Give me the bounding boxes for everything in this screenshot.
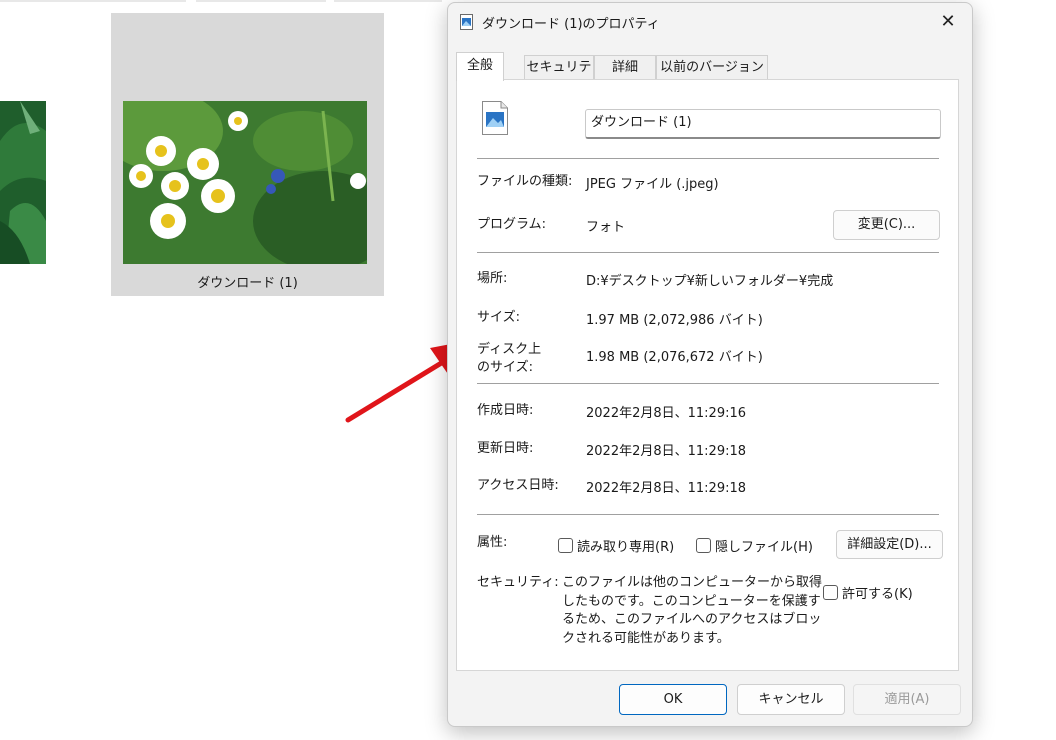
size-on-disk-value: 1.98 MB (2,076,672 バイト) [586,350,763,365]
size-on-disk-label: ディスク上 のサイズ: [477,342,542,375]
apply-button[interactable]: 適用(A) [853,684,961,715]
daisy-photo-thumbnail [123,101,367,264]
readonly-label: 読み取り専用(R) [577,540,675,555]
title-bar[interactable]: ダウンロード (1)のプロパティ ✕ [448,3,972,41]
tab-previous-versions[interactable]: 以前のバージョン [656,55,768,79]
image-file-large-icon [482,101,508,135]
close-button[interactable]: ✕ [932,8,964,36]
size-value: 1.97 MB (2,072,986 バイト) [586,313,763,328]
selected-file-tile[interactable]: ダウンロード (1) [111,13,384,296]
checkbox-box [823,585,838,600]
file-name-input[interactable]: ダウンロード (1) [585,109,941,139]
accessed-value: 2022年2月8日、11:29:18 [586,481,747,496]
size-label: サイズ: [477,310,520,325]
program-label: プログラム: [477,217,546,232]
program-value: フォト [586,220,626,235]
checkbox-box [558,538,573,553]
file-name-label: ダウンロード (1) [197,276,298,291]
created-value: 2022年2月8日、11:29:16 [586,406,747,421]
attributes-label: 属性: [477,535,508,550]
divider [477,383,939,384]
tab-general[interactable]: 全般 [456,52,504,81]
hidden-checkbox[interactable]: 隠しファイル(H) [696,536,813,555]
divider [477,252,939,253]
file-type-value: JPEG ファイル (.jpeg) [586,177,719,192]
readonly-checkbox[interactable]: 読み取り専用(R) [558,536,674,555]
divider [477,514,939,515]
modified-label: 更新日時: [477,441,534,456]
ok-button[interactable]: OK [619,684,727,715]
modified-value: 2022年2月8日、11:29:18 [586,444,747,459]
hidden-label: 隠しファイル(H) [715,540,813,555]
toolbar-edge [334,0,442,2]
advanced-attributes-button[interactable]: 詳細設定(D)... [836,530,943,559]
security-message: このファイルは他のコンピューターから取得したものです。このコンピューターを保護す… [562,575,823,646]
close-icon: ✕ [940,11,956,32]
allow-checkbox[interactable]: 許可する(K) [823,583,913,602]
change-program-button[interactable]: 変更(C)... [833,210,940,240]
tab-details[interactable]: 詳細 [594,55,656,79]
security-label: セキュリティ: [477,575,559,590]
created-label: 作成日時: [477,403,534,418]
dialog-title: ダウンロード (1)のプロパティ [482,17,660,32]
location-label: 場所: [477,271,508,286]
general-panel: ダウンロード (1) ファイルの種類: JPEG ファイル (.jpeg) プロ… [456,79,959,671]
tab-security[interactable]: セキュリティ [524,55,594,99]
file-type-label: ファイルの種類: [477,174,573,189]
image-file-icon [460,14,473,30]
properties-dialog: ダウンロード (1)のプロパティ ✕ 全般 セキュリティ 詳細 以前のバージョン… [447,2,973,727]
toolbar-edge [196,0,326,2]
toolbar-edge [0,0,186,2]
allow-label: 許可する(K) [842,587,913,602]
location-value: D:¥デスクトップ¥新しいフォルダー¥完成 [586,274,834,289]
divider [477,158,939,159]
accessed-label: アクセス日時: [477,478,559,493]
checkbox-box [696,538,711,553]
partial-thumbnail[interactable] [0,101,46,264]
cancel-button[interactable]: キャンセル [737,684,845,715]
